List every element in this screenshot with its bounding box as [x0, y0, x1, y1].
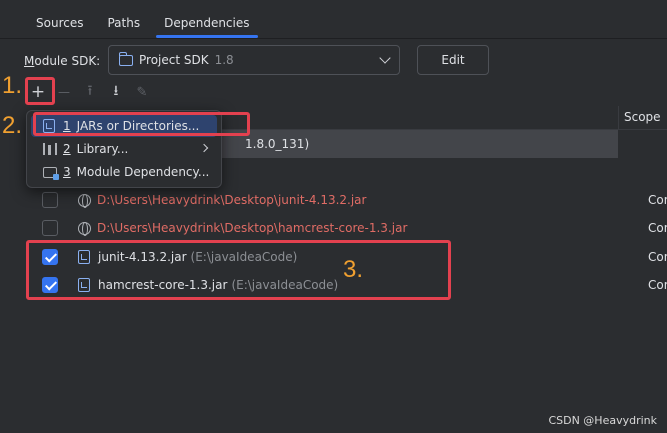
tab-sources[interactable]: Sources	[24, 8, 95, 38]
tab-paths[interactable]: Paths	[95, 8, 152, 38]
menu-item-label: Module Dependency...	[76, 165, 210, 179]
jar-name: hamcrest-core-1.3.jar	[98, 278, 228, 292]
scope-value[interactable]: Compile	[648, 193, 667, 207]
module-icon	[43, 166, 59, 180]
scope-value[interactable]: Compile	[648, 278, 667, 292]
jar-location: (E:\javaIdeaCode)	[190, 250, 298, 264]
jar-location: (E:\javaIdeaCode)	[231, 278, 339, 292]
sdk-selected-value: Project SDK	[139, 53, 209, 67]
tabs-divider	[0, 38, 667, 39]
scope-value[interactable]: Compile	[648, 221, 667, 235]
dependencies-toolbar: + — ⭱ ⭳ ✎	[26, 80, 156, 104]
remove-icon[interactable]: —	[52, 81, 76, 103]
column-separator	[618, 106, 619, 130]
menu-item-jars-or-directories[interactable]: 1 JARs or Directories...	[31, 115, 217, 137]
globe-icon	[78, 193, 91, 208]
sdk-version: 1.8	[214, 53, 234, 67]
add-dependency-popup: 1 JARs or Directories... 2 Library... 3 …	[26, 110, 222, 188]
dependency-path: D:\Users\Heavydrink\Desktop\hamcrest-cor…	[97, 221, 408, 235]
module-sdk-label: Module SDK:	[24, 54, 101, 68]
chevron-down-icon	[379, 52, 391, 64]
edit-sdk-button[interactable]: Edit	[417, 45, 489, 75]
chevron-right-icon	[199, 143, 209, 153]
menu-item-label: JARs or Directories...	[76, 119, 200, 133]
row-checkbox[interactable]	[42, 220, 58, 236]
module-sdk-dropdown[interactable]: Project SDK 1.8	[108, 45, 400, 75]
jar-icon	[78, 278, 90, 292]
jar-icon	[78, 250, 90, 264]
library-icon	[43, 143, 57, 155]
scope-column-header[interactable]: Scope	[624, 110, 661, 124]
edit-icon[interactable]: ✎	[130, 81, 154, 103]
move-down-icon[interactable]: ⭳	[104, 81, 128, 103]
dependency-row[interactable]: D:\Users\Heavydrink\Desktop\junit-4.13.2…	[26, 186, 667, 214]
move-up-icon[interactable]: ⭱	[78, 81, 102, 103]
jar-name: junit-4.13.2.jar	[98, 250, 187, 264]
menu-item-number: 2	[63, 142, 71, 156]
row-checkbox[interactable]	[42, 277, 58, 293]
jdk-row-label: 1.8.0_131)	[245, 137, 310, 151]
menu-item-label: Library...	[76, 142, 129, 156]
dependency-row[interactable]: D:\Users\Heavydrink\Desktop\hamcrest-cor…	[26, 214, 667, 242]
annotation-step-2: 2.	[2, 112, 23, 139]
tab-dependencies[interactable]: Dependencies	[152, 8, 261, 38]
row-checkbox[interactable]	[42, 249, 58, 265]
watermark: CSDN @Heavydrink	[548, 414, 657, 427]
scope-value[interactable]: Compile	[648, 250, 667, 264]
globe-icon	[78, 221, 91, 236]
menu-item-number: 3	[63, 165, 71, 179]
dependency-path: D:\Users\Heavydrink\Desktop\junit-4.13.2…	[97, 193, 367, 207]
row-checkbox[interactable]	[42, 192, 58, 208]
annotation-step-3: 3.	[343, 256, 364, 283]
annotation-step-1: 1.	[2, 72, 23, 99]
add-icon[interactable]: +	[26, 81, 50, 103]
jar-icon	[43, 119, 55, 133]
menu-item-number: 1	[63, 119, 71, 133]
tab-bar: Sources Paths Dependencies	[24, 8, 262, 38]
menu-item-module-dependency[interactable]: 3 Module Dependency...	[31, 161, 217, 183]
folder-icon	[119, 51, 133, 66]
menu-item-library[interactable]: 2 Library...	[31, 138, 217, 160]
